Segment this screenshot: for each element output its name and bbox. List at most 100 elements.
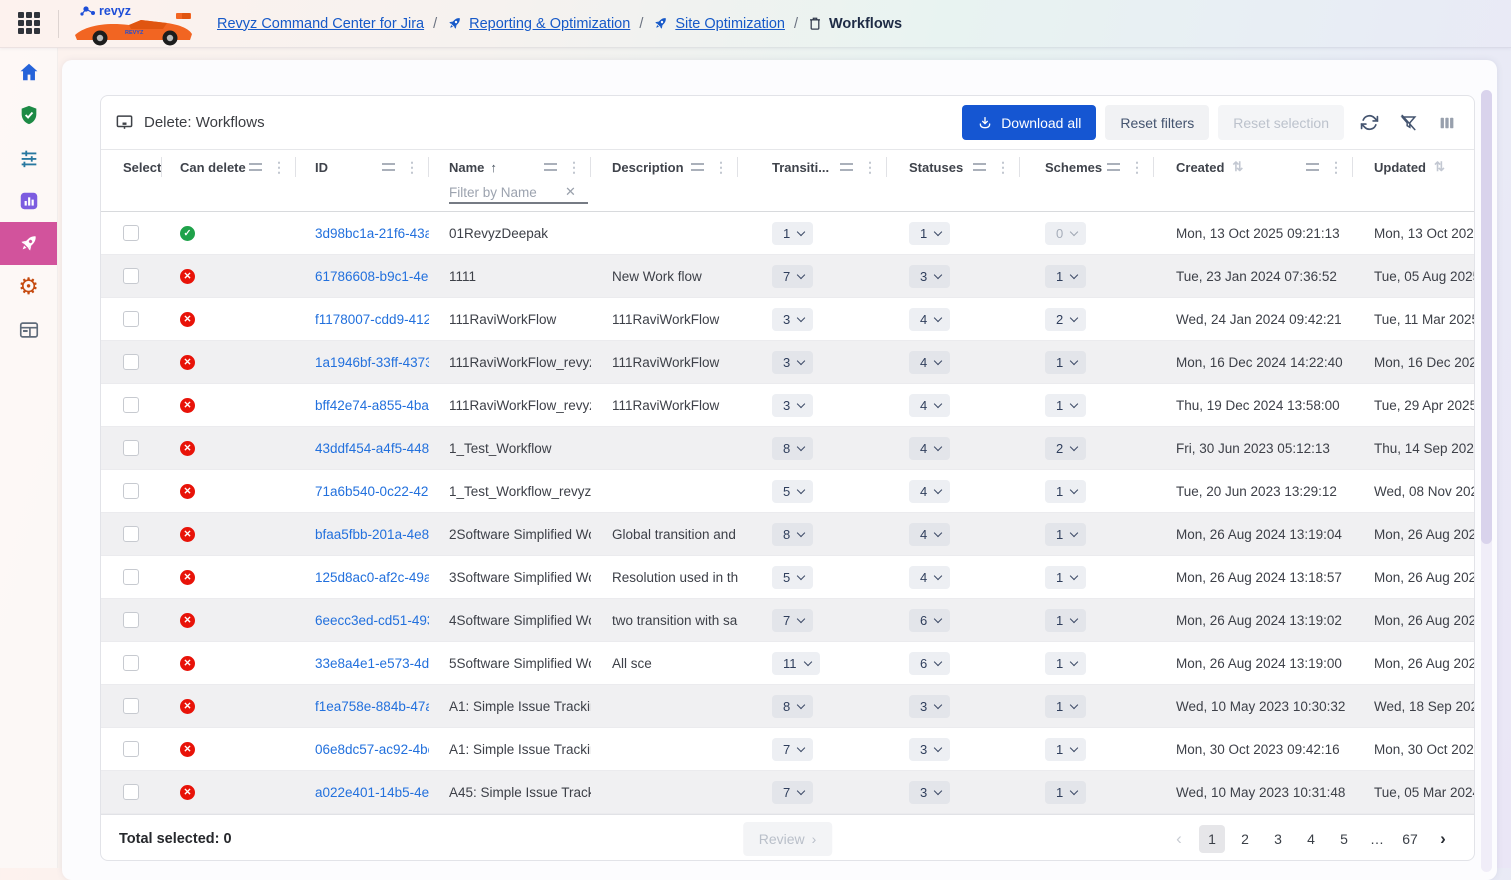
workflow-id-link[interactable]: 3d98bc1a-21f6-43ad-b xyxy=(315,226,429,241)
pagination-page-1[interactable]: 1 xyxy=(1199,825,1225,853)
workflow-id-link[interactable]: f1ea758e-884b-47ae-a xyxy=(315,699,429,714)
column-menu-icon[interactable]: ⋮ xyxy=(567,160,581,174)
schemes-dropdown[interactable]: 1 xyxy=(1045,652,1086,675)
column-header-schemes[interactable]: Schemes ⋮ xyxy=(1020,150,1154,184)
sidebar-item-site-optimization[interactable] xyxy=(0,222,57,265)
workflow-id-link[interactable]: 125d8ac0-af2c-49aa-b xyxy=(315,570,429,585)
transitions-dropdown[interactable]: 11 xyxy=(772,652,820,675)
clear-name-filter-icon[interactable]: ✕ xyxy=(565,184,576,200)
transitions-dropdown[interactable]: 7 xyxy=(772,265,813,288)
statuses-dropdown[interactable]: 4 xyxy=(909,351,950,374)
row-checkbox[interactable] xyxy=(123,440,139,456)
filter-lines-icon[interactable] xyxy=(840,163,853,171)
row-checkbox[interactable] xyxy=(123,655,139,671)
column-header-created[interactable]: Created ⇅ ⋮ xyxy=(1154,150,1353,184)
column-header-can-delete[interactable]: Can delete ⋮ xyxy=(162,150,296,184)
download-all-button[interactable]: Download all xyxy=(962,105,1096,140)
filter-lines-icon[interactable] xyxy=(691,163,704,171)
row-checkbox[interactable] xyxy=(123,526,139,542)
transitions-dropdown[interactable]: 8 xyxy=(772,437,813,460)
row-checkbox[interactable] xyxy=(123,741,139,757)
pagination-page-4[interactable]: 4 xyxy=(1298,825,1324,853)
pagination-page-2[interactable]: 2 xyxy=(1232,825,1258,853)
pagination-page-3[interactable]: 3 xyxy=(1265,825,1291,853)
column-header-transitions[interactable]: Transiti... ⋮ xyxy=(738,150,887,184)
statuses-dropdown[interactable]: 4 xyxy=(909,566,950,589)
workflow-id-link[interactable]: bff42e74-a855-4ba7-8 xyxy=(315,398,429,413)
filter-lines-icon[interactable] xyxy=(382,163,395,171)
sidebar-item-security[interactable] xyxy=(0,93,57,136)
refresh-button[interactable] xyxy=(1356,109,1383,136)
row-checkbox[interactable] xyxy=(123,569,139,585)
statuses-dropdown[interactable]: 3 xyxy=(909,265,950,288)
breadcrumb-link-reporting[interactable]: Reporting & Optimization xyxy=(469,16,630,32)
workflow-id-link[interactable]: a022e401-14b5-4ee1-a xyxy=(315,785,429,800)
schemes-dropdown[interactable]: 0 xyxy=(1045,222,1086,245)
column-header-statuses[interactable]: Statuses ⋮ xyxy=(887,150,1020,184)
row-checkbox[interactable] xyxy=(123,397,139,413)
statuses-dropdown[interactable]: 4 xyxy=(909,308,950,331)
statuses-dropdown[interactable]: 4 xyxy=(909,437,950,460)
filter-lines-icon[interactable] xyxy=(1107,163,1120,171)
column-header-name[interactable]: Name ↑ ⋮ xyxy=(429,150,591,184)
column-menu-icon[interactable]: ⋮ xyxy=(714,160,728,174)
schemes-dropdown[interactable]: 2 xyxy=(1045,437,1086,460)
statuses-dropdown[interactable]: 1 xyxy=(909,222,950,245)
statuses-dropdown[interactable]: 4 xyxy=(909,523,950,546)
filter-lines-icon[interactable] xyxy=(249,163,262,171)
row-checkbox[interactable] xyxy=(123,225,139,241)
transitions-dropdown[interactable]: 5 xyxy=(772,566,813,589)
transitions-dropdown[interactable]: 7 xyxy=(772,781,813,804)
vertical-scrollbar[interactable] xyxy=(1481,90,1492,872)
workflow-id-link[interactable]: 71a6b540-0c22-42da-b xyxy=(315,484,429,499)
clear-filters-button[interactable] xyxy=(1395,109,1422,136)
pagination-prev[interactable]: ‹ xyxy=(1166,825,1192,853)
reset-selection-button[interactable]: Reset selection xyxy=(1218,105,1344,140)
filter-lines-icon[interactable] xyxy=(973,163,986,171)
statuses-dropdown[interactable]: 3 xyxy=(909,781,950,804)
sidebar-item-home[interactable] xyxy=(0,50,57,93)
workflow-id-link[interactable]: 33e8a4e1-e573-4d9c-9 xyxy=(315,656,429,671)
column-menu-icon[interactable]: ⋮ xyxy=(863,160,877,174)
statuses-dropdown[interactable]: 6 xyxy=(909,609,950,632)
column-header-description[interactable]: Description ⋮ xyxy=(591,150,738,184)
name-filter-input[interactable] xyxy=(449,185,561,200)
transitions-dropdown[interactable]: 1 xyxy=(772,222,813,245)
scrollbar-thumb[interactable] xyxy=(1481,90,1492,544)
breadcrumb-link-home[interactable]: Revyz Command Center for Jira xyxy=(217,16,424,32)
filter-lines-icon[interactable] xyxy=(1306,163,1319,171)
row-checkbox[interactable] xyxy=(123,612,139,628)
column-menu-icon[interactable]: ⋮ xyxy=(405,160,419,174)
app-switcher-icon[interactable] xyxy=(18,12,42,36)
statuses-dropdown[interactable]: 3 xyxy=(909,695,950,718)
row-checkbox[interactable] xyxy=(123,311,139,327)
transitions-dropdown[interactable]: 8 xyxy=(772,523,813,546)
schemes-dropdown[interactable]: 1 xyxy=(1045,695,1086,718)
statuses-dropdown[interactable]: 4 xyxy=(909,480,950,503)
schemes-dropdown[interactable]: 1 xyxy=(1045,781,1086,804)
transitions-dropdown[interactable]: 3 xyxy=(772,394,813,417)
transitions-dropdown[interactable]: 7 xyxy=(772,738,813,761)
column-menu-icon[interactable]: ⋮ xyxy=(1329,160,1343,174)
row-checkbox[interactable] xyxy=(123,354,139,370)
sidebar-item-app-window[interactable] xyxy=(0,308,57,351)
column-menu-icon[interactable]: ⋮ xyxy=(272,160,286,174)
workflow-id-link[interactable]: 43ddf454-a4f5-448e-a xyxy=(315,441,429,456)
column-header-id[interactable]: ID ⋮ xyxy=(296,150,429,184)
column-menu-icon[interactable]: ⋮ xyxy=(996,160,1010,174)
schemes-dropdown[interactable]: 1 xyxy=(1045,738,1086,761)
transitions-dropdown[interactable]: 3 xyxy=(772,351,813,374)
sidebar-item-configuration[interactable] xyxy=(0,136,57,179)
workflow-id-link[interactable]: 1a1946bf-33ff-4373-8 xyxy=(315,355,429,370)
row-checkbox[interactable] xyxy=(123,483,139,499)
schemes-dropdown[interactable]: 1 xyxy=(1045,480,1086,503)
schemes-dropdown[interactable]: 1 xyxy=(1045,351,1086,374)
column-header-updated[interactable]: Updated ⇅ xyxy=(1353,150,1474,184)
sidebar-item-settings[interactable]: ⚙ xyxy=(0,265,57,308)
pagination-next[interactable]: › xyxy=(1430,825,1456,853)
workflow-id-link[interactable]: f1178007-cdd9-4129-a xyxy=(315,312,429,327)
schemes-dropdown[interactable]: 1 xyxy=(1045,265,1086,288)
statuses-dropdown[interactable]: 4 xyxy=(909,394,950,417)
breadcrumb-link-site-optimization[interactable]: Site Optimization xyxy=(675,16,785,32)
workflow-id-link[interactable]: bfaa5fbb-201a-4e85-9 xyxy=(315,527,429,542)
